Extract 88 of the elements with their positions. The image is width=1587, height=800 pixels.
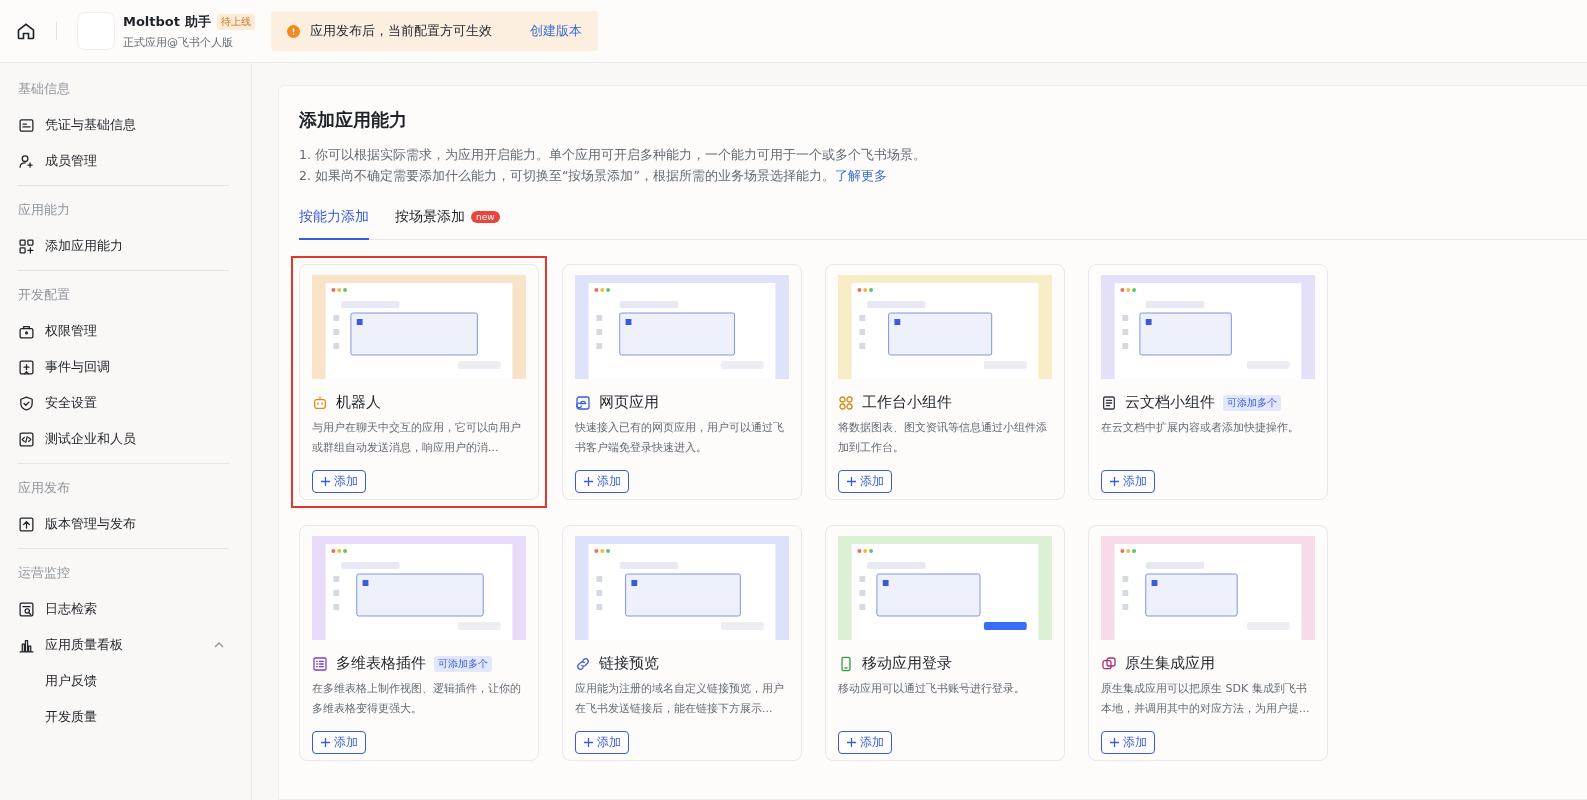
card-title: 机器人 [336,393,381,412]
capability-card[interactable]: 原生集成应用 原生集成应用可以把原生 SDK 集成到飞书本地，并调用其中的对应方法，为用户提... 添加 [1088,525,1328,761]
id-card-icon [18,116,35,134]
capability-card[interactable]: 链接预览 应用能为注册的域名自定义链接预览，用户在飞书发送链接后，能在链接下方展示... 添加 [562,525,802,761]
learn-more-link[interactable]: 了解更多 [834,168,887,183]
card-description: 在云文档中扩展内容或者添加快捷操作。 [1101,420,1300,436]
plus-icon [583,737,594,748]
capability-card[interactable]: 移动应用登录 移动应用可以通过飞书账号进行登录。 添加 [825,525,1065,761]
sidebar-subitem[interactable]: 开发质量 [18,699,229,735]
app-name: Moltbot 助手 [123,12,211,31]
tab[interactable]: 按场景添加 new [395,208,500,240]
shield-check-icon [18,394,35,412]
card-title: 网页应用 [599,393,659,412]
plus-icon [583,476,594,487]
add-button[interactable]: 添加 [1101,470,1155,493]
card-title: 原生集成应用 [1125,654,1215,673]
add-button[interactable]: 添加 [312,470,366,493]
card-description: 移动应用可以通过飞书账号进行登录。 [838,681,1026,697]
sidebar-item[interactable]: 权限管理 [18,313,229,349]
overlapping-squares-icon [1101,655,1117,672]
notice-text: 应用发布后，当前配置方可生效 [310,22,492,40]
plus-icon [320,737,331,748]
add-button[interactable]: 添加 [575,470,629,493]
section-title: 应用发布 [18,479,71,497]
sidebar-subitem[interactable]: 用户反馈 [18,663,229,699]
code-icon [18,430,35,448]
multi-badge: 可添加多个 [1223,394,1281,411]
sidebar-item[interactable]: 测试企业和人员 [18,421,229,457]
sidebar-item[interactable]: 事件与回调 [18,349,229,385]
search-document-icon [18,600,35,618]
card-title: 工作台小组件 [862,393,952,412]
sidebar-item[interactable]: 凭证与基础信息 [18,107,229,143]
sidebar-item[interactable]: 安全设置 [18,385,229,421]
home-icon[interactable] [16,21,36,41]
sidebar-item[interactable]: 日志检索 [18,591,229,627]
user-add-icon [18,152,35,170]
create-version-link[interactable]: 创建版本 [530,22,582,40]
sidebar-item[interactable]: 添加应用能力 [18,228,229,264]
grid-plus-icon [18,237,35,255]
section-title: 运营监控 [18,564,71,582]
add-button[interactable]: 添加 [312,731,366,754]
card-title: 链接预览 [599,654,659,673]
capability-card[interactable]: 多维表格插件 可添加多个 在多维表格上制作视图、逻辑插件，让你的多维表格变得更强大。 添加 [299,525,539,761]
sidebar-item[interactable]: 成员管理 [18,143,229,179]
note-text: 1. 你可以根据实际需求，为应用开启能力。单个应用可开启多种能力，一个能力可用于一个或多个飞书场景。 [299,146,927,164]
add-button[interactable]: 添加 [838,731,892,754]
document-icon [1101,394,1117,411]
multi-badge: 可添加多个 [434,655,492,672]
capability-card[interactable]: 机器人 与用户在聊天中交互的应用，它可以向用户或群组自动发送消息，响应用户的消... 添加 [299,264,539,500]
robot-icon [312,394,328,411]
status-badge: 待上线 [216,13,255,30]
card-description: 将数据图表、图文资讯等信息通过小组件添加到工作台。 [838,420,1048,456]
card-title: 云文档小组件 [1125,393,1215,412]
card-description: 原生集成应用可以把原生 SDK 集成到飞书本地，并调用其中的对应方法，为用户提... [1101,681,1311,717]
sidebar-item[interactable]: 版本管理与发布 [18,506,229,542]
section-title: 应用能力 [18,201,71,219]
plus-icon [846,737,857,748]
upload-icon [18,515,35,533]
plus-icon [320,476,331,487]
page-title: 添加应用能力 [299,108,408,132]
section-title: 开发配置 [18,286,71,304]
card-description: 与用户在聊天中交互的应用，它可以向用户或群组自动发送消息，响应用户的消... [312,420,522,456]
capability-card[interactable]: 网页应用 快速接入已有的网页应用，用户可以通过飞书客户端免登录快速进入。 添加 [562,264,802,500]
plus-icon [1109,737,1120,748]
add-button[interactable]: 添加 [838,470,892,493]
card-description: 在多维表格上制作视图、逻辑插件，让你的多维表格变得更强大。 [312,681,522,717]
table-list-icon [312,655,328,672]
plus-icon [1109,476,1120,487]
add-button[interactable]: 添加 [1101,731,1155,754]
sidebar-item[interactable]: 应用质量看板 [18,627,229,663]
card-description: 快速接入已有的网页应用，用户可以通过飞书客户端免登录快速进入。 [575,420,785,456]
warning-icon [287,24,300,38]
link-icon [575,655,591,672]
plus-box-icon [18,358,35,376]
tab[interactable]: 按能力添加 [299,208,369,240]
new-badge: new [471,211,500,223]
capability-card[interactable]: 工作台小组件 将数据图表、图文资讯等信息通过小组件添加到工作台。 添加 [825,264,1065,500]
card-title: 移动应用登录 [862,654,952,673]
plus-icon [846,476,857,487]
capability-card[interactable]: 云文档小组件 可添加多个 在云文档中扩展内容或者添加快捷操作。 添加 [1088,264,1328,500]
add-button[interactable]: 添加 [575,731,629,754]
note-text: 2. 如果尚不确定需要添加什么能力，可切换至“按场景添加”，根据所需的业务场景选择能力。了解更多 [299,167,888,185]
phone-icon [838,655,854,672]
app-subtitle: 正式应用@飞书个人版 [123,34,234,50]
card-title: 多维表格插件 [336,654,426,673]
four-squares-icon [838,394,854,411]
section-title: 基础信息 [18,80,71,98]
card-description: 应用能为注册的域名自定义链接预览，用户在飞书发送链接后，能在链接下方展示... [575,681,785,717]
